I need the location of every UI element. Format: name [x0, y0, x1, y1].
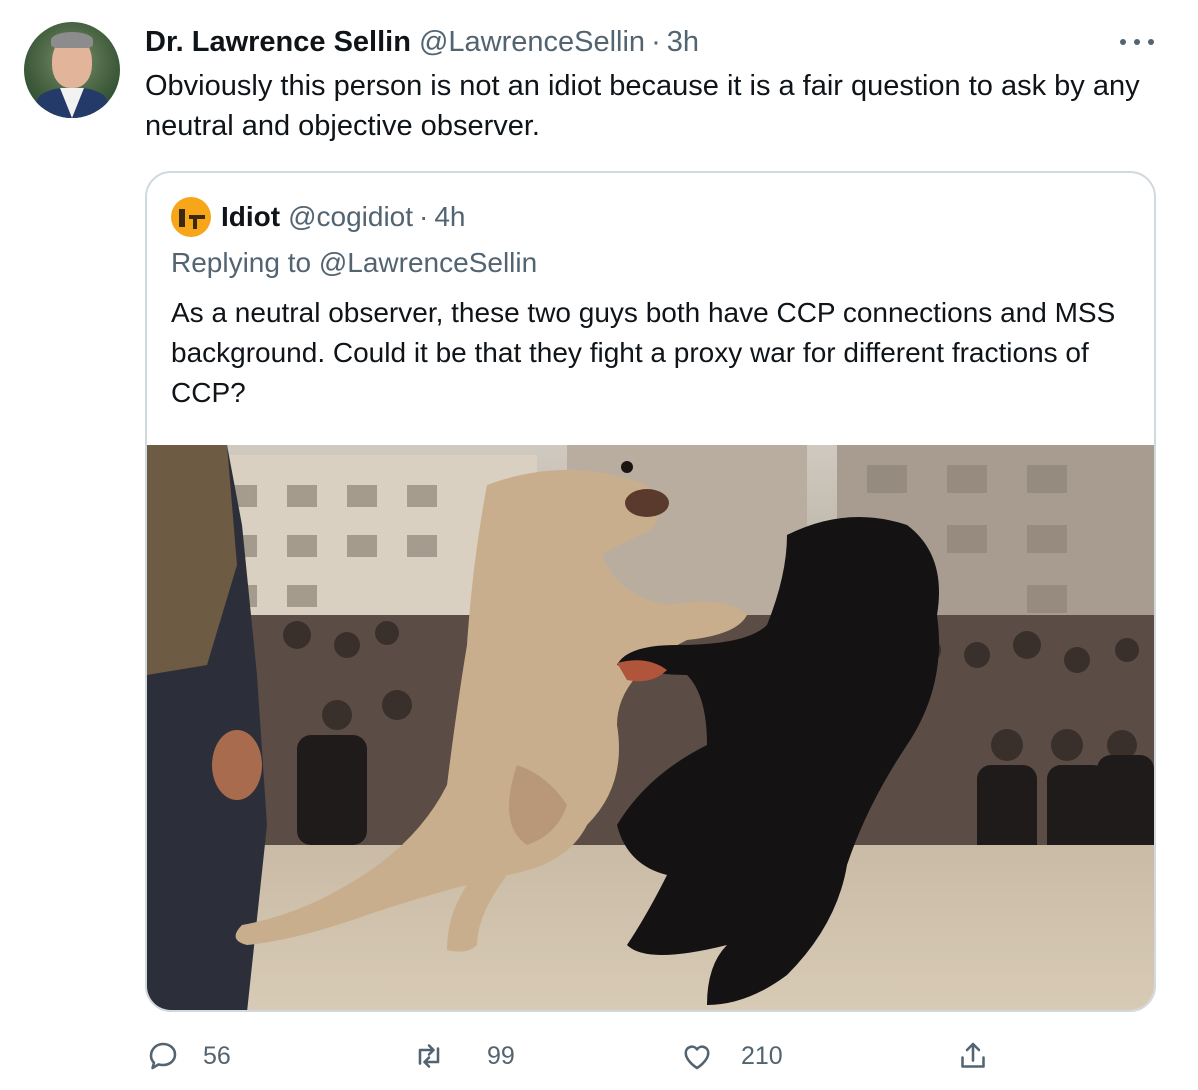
dog-fight-photo: [147, 445, 1154, 1010]
tweet-timestamp[interactable]: 3h: [667, 26, 699, 59]
quoted-author-avatar: [171, 197, 211, 237]
reply-button[interactable]: 56: [145, 1036, 231, 1076]
share-icon: [961, 1042, 985, 1068]
author-avatar[interactable]: [24, 22, 120, 118]
like-button[interactable]: 210: [679, 1036, 783, 1076]
quoted-author-name: Idiot: [221, 201, 281, 232]
quoted-tweet-timestamp: 4h: [434, 201, 466, 232]
tweet-header: Dr. Lawrence Sellin @LawrenceSellin · 3h: [145, 24, 699, 60]
author-handle[interactable]: @LawrenceSellin: [419, 26, 645, 59]
author-name[interactable]: Dr. Lawrence Sellin: [145, 26, 411, 59]
reply-count: 56: [203, 1041, 231, 1070]
share-button[interactable]: [955, 1036, 991, 1076]
quoted-header-separator: ·: [419, 201, 429, 232]
header-separator: ·: [651, 25, 661, 58]
replying-to-label: Replying to @LawrenceSellin: [171, 247, 538, 278]
quoted-tweet-header: Idiot @cogidiot · 4h: [171, 197, 466, 237]
like-icon: [684, 1045, 710, 1070]
quoted-author-handle: @cogidiot: [288, 201, 414, 232]
retweet-count: 99: [487, 1041, 515, 1070]
reply-icon: [149, 1042, 177, 1070]
retweet-icon: [418, 1044, 440, 1068]
avatar-hair: [51, 32, 93, 48]
like-count: 210: [741, 1041, 783, 1070]
tweet-actions: 56 99 210: [145, 1036, 1005, 1076]
quoted-tweet-photo[interactable]: [147, 445, 1154, 1010]
tweet-text: Obviously this person is not an idiot be…: [145, 70, 1140, 142]
retweet-button[interactable]: 99: [411, 1036, 515, 1076]
quoted-tweet-text: As a neutral observer, these two guys bo…: [171, 297, 1116, 408]
quoted-tweet-card[interactable]: Idiot @cogidiot · 4h Replying to @Lawren…: [145, 171, 1156, 1012]
more-dots-icon[interactable]: [1120, 30, 1154, 54]
